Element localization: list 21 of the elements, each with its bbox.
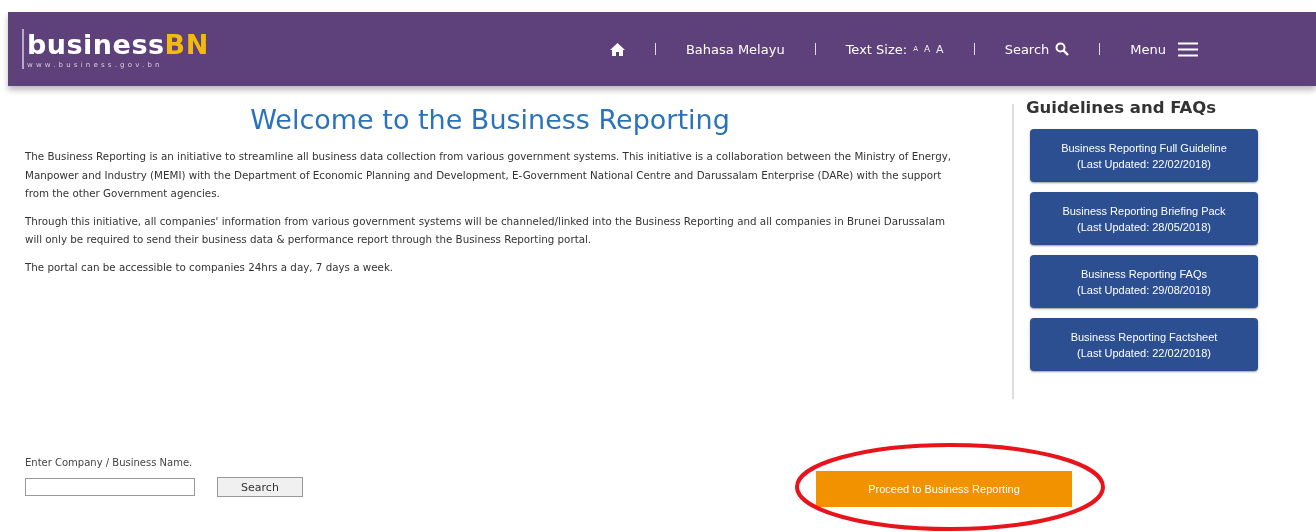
text-size-option[interactable]: A: [936, 42, 944, 56]
home-icon[interactable]: [609, 42, 625, 56]
guideline-button[interactable]: Business Reporting Factsheet (Last Updated: 22/02/2018): [1030, 318, 1258, 371]
sidebar-title: Guidelines and FAQs: [1026, 98, 1218, 117]
page-title: Welcome to the Business Reporting: [249, 104, 731, 135]
search-icon[interactable]: [1055, 42, 1070, 56]
guideline-button[interactable]: Business Reporting Full Guideline (Last Updated: 22/02/2018): [1030, 129, 1258, 182]
language-link[interactable]: Bahasa Melayu: [685, 41, 785, 57]
intro-paragraph: Through this initiative, all companies' information from various government systems will be channeled/linked into the Business Reporting and all companies in Brunei Darussalam will only be required to send their business data & performance report through the Business Reporting portal.: [25, 213, 947, 247]
menu-icon[interactable]: [1178, 41, 1198, 57]
guideline-button[interactable]: Business Reporting Briefing Pack (Last Updated: 28/05/2018): [1030, 192, 1258, 245]
menu-link[interactable]: Menu: [1130, 41, 1166, 57]
company-name-field[interactable]: [25, 478, 195, 496]
text-size-option[interactable]: A: [923, 44, 931, 54]
intro-paragraph: The portal can be accessible to companies 24hrs a day, 7 days a week.: [25, 259, 395, 275]
search-link[interactable]: Search: [1004, 41, 1050, 57]
company-name-label: Enter Company / Business Name.: [25, 457, 194, 468]
search-button[interactable]: Search: [217, 477, 303, 497]
text-size-label: Text Size:: [845, 41, 908, 57]
guideline-button[interactable]: Business Reporting FAQs (Last Updated: 29/08/2018): [1030, 255, 1258, 308]
intro-paragraph: The Business Reporting is an initiative to streamline all business data collection from various government systems. This initiative is a collaboration between the Ministry of Energy, Manpower and Industry (MEMI) with the Department of Economic Planning and Development, E-Government National Centre and Darussalam Enterprise (DARe) with the support from the other Government agencies.: [25, 149, 953, 201]
